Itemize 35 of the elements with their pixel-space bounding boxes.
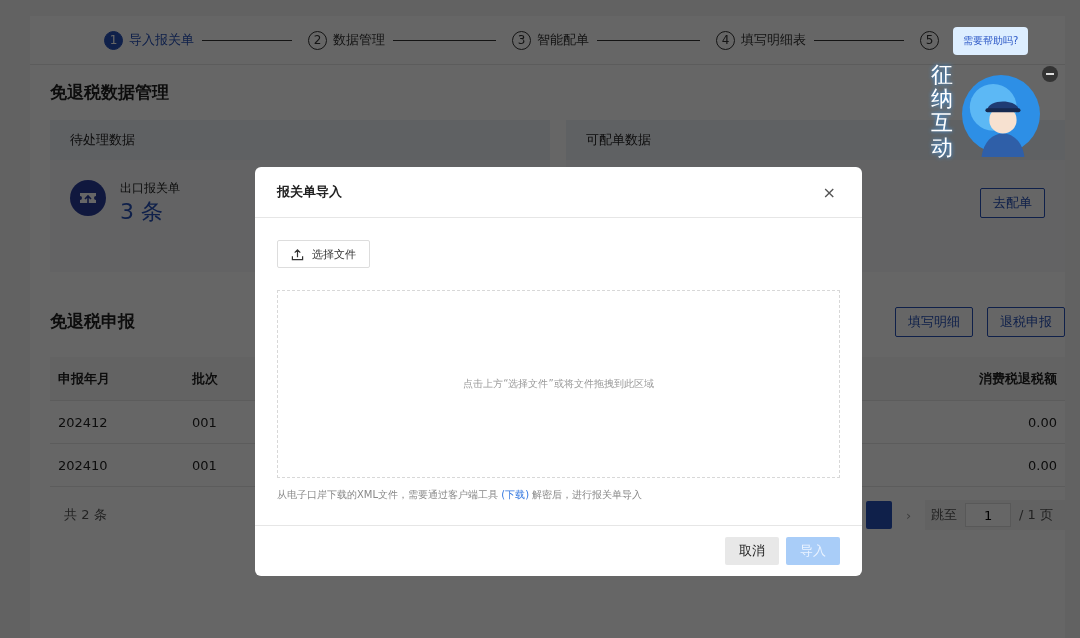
import-note: 从电子口岸下载的XML文件，需要通过客户端工具 (下载) 解密后，进行报关单导入 (277, 488, 644, 502)
page-input[interactable]: 1 (965, 503, 1012, 527)
action-button[interactable]: 退税申报 (987, 306, 1065, 337)
stat-label: 出口报关单 (120, 180, 180, 197)
minimize-icon[interactable] (1042, 66, 1058, 82)
drop-zone[interactable]: 点击上方“选择文件”或将文件拖拽到此区域 (277, 290, 840, 478)
close-button[interactable]: × (818, 182, 840, 202)
table-cell: 202410 (50, 443, 184, 487)
match-button[interactable]: 去配单 (980, 188, 1045, 218)
panel-title: 可配单数据 (585, 131, 651, 149)
document-icon (70, 180, 106, 216)
step-label[interactable]: 填写明细表 (741, 31, 806, 49)
help-bubble[interactable]: 需要帮助吗? (953, 27, 1029, 55)
select-file-button[interactable]: 选择文件 (277, 240, 370, 268)
drop-hint: 点击上方“选择文件”或将文件拖拽到此区域 (463, 377, 654, 391)
panel-title: 待处理数据 (70, 131, 135, 149)
page-total: / 1 页 (1019, 506, 1053, 524)
download-link[interactable]: (下载) (501, 489, 530, 500)
step-label[interactable]: 数据管理 (333, 31, 385, 49)
table-cell: 202412 (50, 400, 184, 444)
stat-count: 3 条 (120, 198, 164, 226)
dialog-title: 报关单导入 (277, 183, 342, 201)
current-page-button[interactable] (865, 501, 892, 529)
step-label[interactable]: 导入报关单 (129, 31, 194, 49)
step-label[interactable]: 智能配单 (537, 31, 589, 49)
jump-label: 跳至 (931, 506, 958, 524)
total-count: 共 2 条 (63, 506, 107, 524)
action-button[interactable]: 填写明细 (895, 306, 973, 337)
step-number: 1 (104, 30, 123, 50)
page-title: 免退税数据管理 (50, 81, 169, 104)
upload-icon (291, 247, 304, 261)
cancel-button[interactable]: 取消 (725, 537, 779, 565)
mascot-title: 征纳互动 (931, 63, 953, 160)
section-title: 免退税申报 (50, 310, 135, 333)
next-page-button[interactable]: › (905, 507, 912, 523)
